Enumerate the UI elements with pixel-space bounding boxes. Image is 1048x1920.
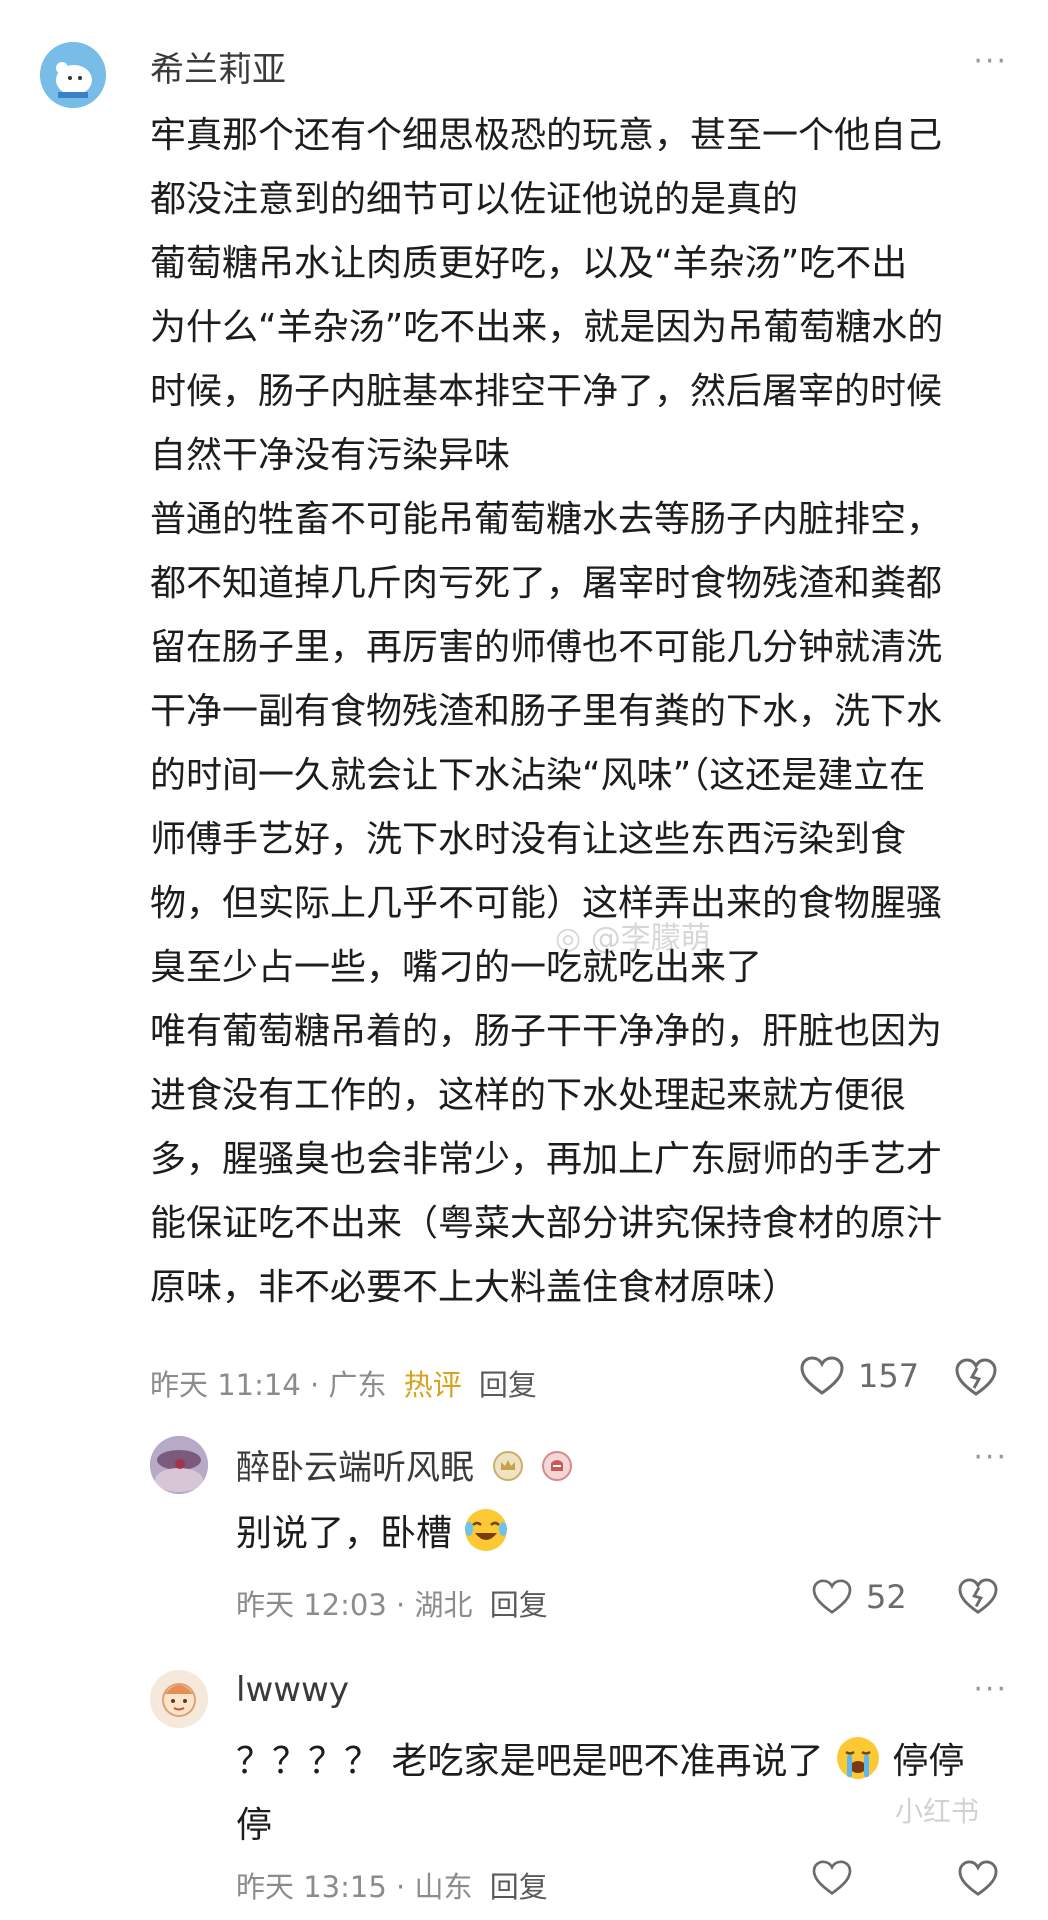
dislike-button[interactable] (958, 1860, 998, 1902)
polar-bear-icon (40, 42, 106, 108)
comment-author[interactable]: 醉卧云端听风眠 (236, 1440, 572, 1490)
comment-meta: 昨天 12:03 · 湖北 回复 (236, 1582, 548, 1624)
meta-separator: · (396, 1588, 415, 1622)
comment-line: 能保证吃不出来（粤菜大部分讲究保持食材的原汁 (150, 1203, 943, 1244)
crown-badge-icon (492, 1450, 523, 1490)
level-badge-icon (541, 1450, 572, 1490)
more-options-icon[interactable]: ··· (973, 1440, 1008, 1475)
heart-icon (812, 1579, 852, 1614)
avatar[interactable] (150, 1670, 208, 1728)
like-count: 157 (858, 1357, 920, 1395)
comment-line: 牢真那个还有个细思极恐的玩意，甚至一个他自己 (150, 115, 943, 156)
comment-line: 多，腥骚臭也会非常少，再加上广东厨师的手艺才 (150, 1139, 943, 1180)
comment-line: 葡萄糖吊水让肉质更好吃，以及“羊杂汤”吃不出 (150, 243, 908, 284)
more-options-icon[interactable]: ··· (973, 1672, 1008, 1707)
comment-line: 自然干净没有污染异味 (150, 435, 511, 476)
like-button[interactable]: 52 (812, 1578, 907, 1616)
comment-line: 普通的牲畜不可能吊葡萄糖水去等肠子内脏排空， (150, 499, 943, 540)
broken-heart-icon (955, 1358, 997, 1396)
comment-line: 时候，肠子内脏基本排空干净了，然后屠宰的时候 (150, 371, 943, 412)
like-count: 52 (866, 1578, 907, 1616)
reply-button[interactable]: 回复 (479, 1368, 537, 1402)
weibo-watermark: ◎ @李朦萌 (555, 921, 711, 956)
comment-meta: 昨天 13:15 · 山东 回复 (236, 1864, 548, 1906)
comment-line: 停 (236, 1805, 273, 1846)
comment-line: 为什么“羊杂汤”吃不出来，就是因为吊葡萄糖水的 (150, 307, 944, 348)
reply-button[interactable]: 回复 (490, 1870, 548, 1904)
avatar-image (150, 1436, 208, 1494)
heart-icon (800, 1356, 844, 1395)
comment-body: 别说了，卧槽 (236, 1502, 509, 1566)
comment-line: 师傅手艺好，洗下水时没有让这些东西污染到食 (150, 819, 907, 860)
avatar[interactable] (40, 42, 106, 108)
laughing-crying-emoji-icon (463, 1507, 509, 1553)
reply-button[interactable]: 回复 (490, 1588, 548, 1622)
dislike-button[interactable] (955, 1358, 997, 1402)
heart-icon (812, 1860, 852, 1895)
comment-location: 山东 (414, 1870, 473, 1904)
comment-time: 昨天 13:15 (236, 1870, 387, 1904)
comment-location: 湖北 (414, 1588, 473, 1622)
hot-comment-badge: 热评 (403, 1368, 462, 1402)
crying-emoji-icon (835, 1735, 881, 1781)
meta-separator: · (396, 1870, 415, 1904)
comment-line: 原味，非不必要不上大料盖住食材原味） (150, 1267, 799, 1308)
weibo-icon: ◎ (555, 921, 582, 956)
comment-author[interactable]: lwwwy (236, 1670, 349, 1710)
like-button[interactable] (812, 1860, 852, 1896)
comment-body: ？？？？ 老吃家是吧是吧不准再说了 停停 停 (236, 1730, 964, 1858)
comment-line: 进食没有工作的，这样的下水处理起来就方便很 (150, 1075, 907, 1116)
comment-line: 都没注意到的细节可以佐证他说的是真的 (150, 179, 799, 220)
broken-heart-icon (958, 1578, 998, 1614)
avatar-image (150, 1670, 208, 1728)
meta-separator: · (310, 1368, 329, 1402)
comment-line: 物，但实际上几乎不可能）这样弄出来的食物腥骚 (150, 883, 943, 924)
comment-line: 留在肠子里，再厉害的师傅也不可能几分钟就清洗 (150, 627, 943, 668)
comment-author[interactable]: 希兰莉亚 (150, 42, 286, 91)
comment-line: 臭至少占一些，嘴刁的一吃就吃出来了 (150, 947, 763, 988)
more-options-icon[interactable]: ··· (973, 44, 1008, 79)
comment-location: 广东 (328, 1368, 387, 1402)
like-button[interactable]: 157 (800, 1356, 919, 1396)
dislike-button[interactable] (958, 1578, 998, 1620)
comment-time: 昨天 11:14 (150, 1368, 301, 1402)
comment-1: 希兰莉亚 ··· 牢真那个还有个细思极恐的玩意，甚至一个他自己 都没注意到的细节… (0, 0, 1048, 1308)
comment-meta: 昨天 11:14 · 广东 热评 回复 (150, 1362, 537, 1404)
avatar[interactable] (150, 1436, 208, 1494)
comment-time: 昨天 12:03 (236, 1588, 387, 1622)
comment-line: 都不知道掉几斤肉亏死了，屠宰时食物残渣和粪都 (150, 563, 943, 604)
broken-heart-icon (958, 1860, 998, 1896)
comment-line: 唯有葡萄糖吊着的，肠子干干净净的，肝脏也因为 (150, 1011, 943, 1052)
comment-body: 牢真那个还有个细思极恐的玩意，甚至一个他自己 都没注意到的细节可以佐证他说的是真… (150, 104, 943, 1320)
comment-line: 的时间一久就会让下水沾染“风味”（这还是建立在 (150, 755, 926, 796)
comment-line: 干净一副有食物残渣和肠子里有粪的下水，洗下水 (150, 691, 943, 732)
xiaohongshu-watermark: 小红书 (895, 1795, 980, 1828)
